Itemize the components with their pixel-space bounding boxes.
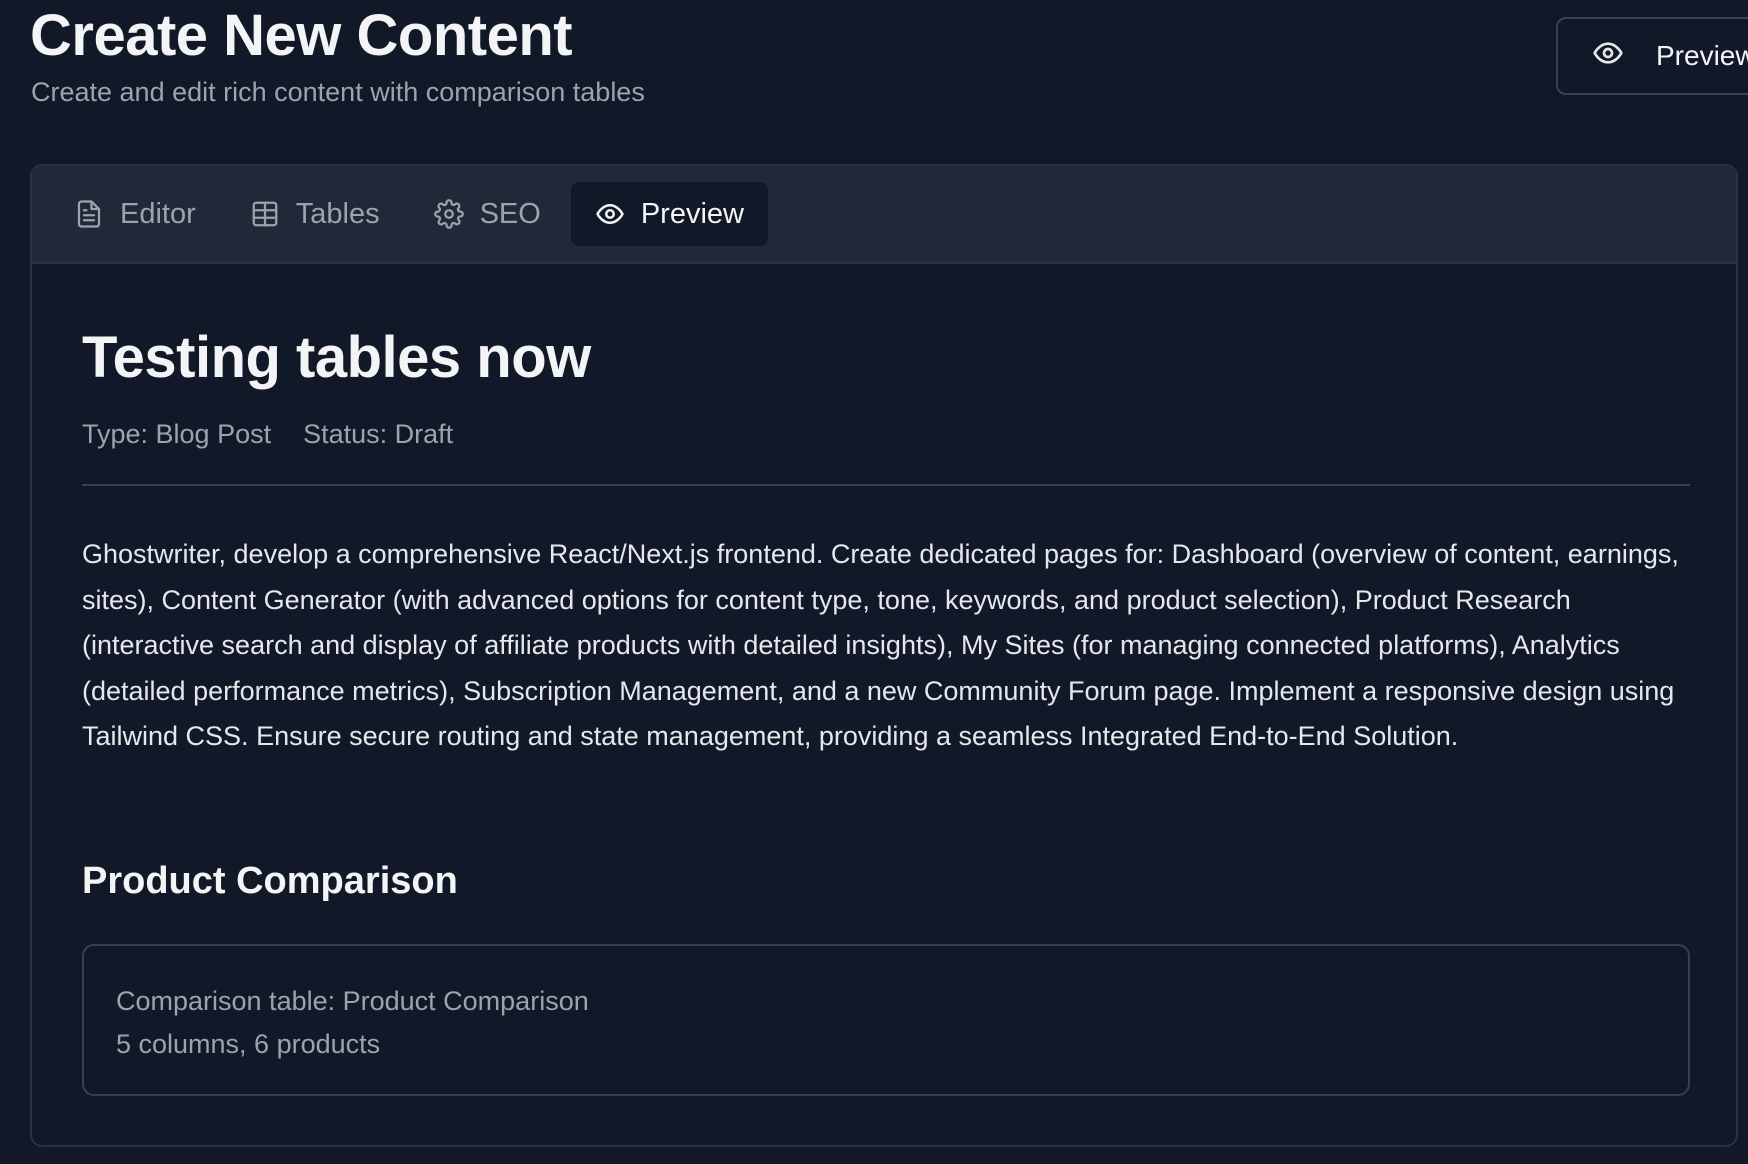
tab-tables[interactable]: Tables xyxy=(226,182,404,246)
document-title: Testing tables now xyxy=(82,325,591,390)
tab-editor-label: Editor xyxy=(120,197,196,230)
gear-icon xyxy=(433,199,464,229)
page-title: Create New Content xyxy=(30,3,573,68)
tab-preview-label: Preview xyxy=(640,197,744,230)
header-preview-label: Preview xyxy=(1656,40,1748,71)
content-card: Editor Tables SEO Preview Testing tables… xyxy=(30,164,1738,1147)
tab-seo[interactable]: SEO xyxy=(410,182,565,246)
tab-bar: Editor Tables SEO Preview xyxy=(32,166,1736,264)
eye-icon xyxy=(595,199,625,229)
page-subtitle: Create and edit rich content with compar… xyxy=(31,77,645,107)
document-icon xyxy=(74,199,104,229)
tab-seo-label: SEO xyxy=(479,197,541,230)
header-preview-button[interactable]: Preview xyxy=(1556,17,1748,95)
comparison-table-placeholder: Comparison table: Product Comparison 5 co… xyxy=(82,944,1690,1096)
page: Create New Content Create and edit rich … xyxy=(0,0,1748,1164)
tab-preview[interactable]: Preview xyxy=(570,182,768,246)
document-meta: Type: Blog Post Status: Draft xyxy=(82,414,453,454)
table-icon xyxy=(250,199,280,229)
tab-tables-label: Tables xyxy=(295,197,380,230)
comparison-table-summary: 5 columns, 6 products xyxy=(116,1029,381,1059)
document-status: Status: Draft xyxy=(303,419,454,449)
comparison-table-title: Comparison table: Product Comparison xyxy=(116,986,589,1016)
document-body: Ghostwriter, develop a comprehensive Rea… xyxy=(82,539,1679,751)
eye-icon xyxy=(1592,37,1624,76)
tab-editor[interactable]: Editor xyxy=(50,182,220,246)
document-type: Type: Blog Post xyxy=(82,419,272,449)
divider xyxy=(82,484,1690,486)
section-heading: Product Comparison xyxy=(82,860,458,902)
